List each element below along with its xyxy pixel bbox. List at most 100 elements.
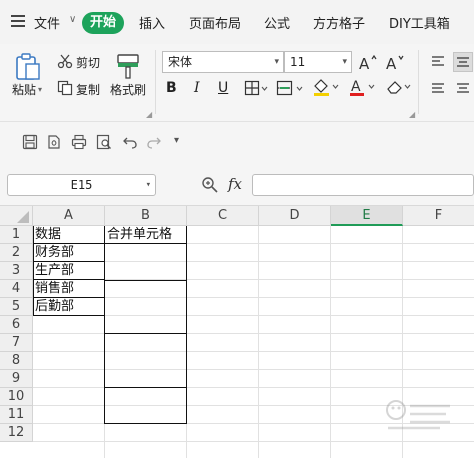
italic-button[interactable]: I bbox=[194, 79, 200, 97]
fill-color-icon[interactable] bbox=[311, 77, 341, 100]
bold-button[interactable]: B bbox=[166, 79, 177, 97]
row-header-1[interactable]: 1 bbox=[0, 226, 33, 244]
print-preview-icon[interactable] bbox=[96, 134, 112, 153]
dialog-launcher-icon[interactable]: ◢ bbox=[146, 110, 152, 119]
align-left-icon[interactable] bbox=[428, 52, 448, 72]
column-header-f[interactable]: F bbox=[403, 206, 474, 226]
ribbon-divider bbox=[155, 50, 156, 114]
increase-font-icon[interactable]: A bbox=[358, 52, 378, 75]
row-header-10[interactable]: 10 bbox=[0, 388, 33, 406]
font-color-icon[interactable]: A bbox=[348, 77, 378, 100]
redo-icon[interactable] bbox=[146, 134, 162, 153]
chevron-down-icon[interactable]: ∨ bbox=[69, 14, 76, 25]
cell-border bbox=[104, 226, 105, 424]
paste-icon[interactable] bbox=[14, 52, 42, 82]
cell-a4[interactable]: 销售部 bbox=[33, 280, 104, 298]
row-header-5[interactable]: 5 bbox=[0, 298, 33, 316]
svg-text:A: A bbox=[386, 55, 397, 72]
row-header-12[interactable]: 12 bbox=[0, 424, 33, 442]
column-header-d[interactable]: D bbox=[259, 206, 331, 226]
svg-text:A: A bbox=[359, 55, 370, 72]
watermark-logo bbox=[380, 396, 454, 436]
font-name-value: 宋体 bbox=[168, 55, 193, 69]
row-header-8[interactable]: 8 bbox=[0, 352, 33, 370]
save-icon[interactable] bbox=[22, 134, 38, 153]
cell-border bbox=[104, 280, 187, 281]
tab-fangfang[interactable]: 方方格子 bbox=[313, 13, 365, 32]
format-painter-icon[interactable] bbox=[115, 52, 141, 83]
cell-a5[interactable]: 后勤部 bbox=[33, 298, 104, 316]
name-box-value: E15 bbox=[70, 178, 93, 192]
gridline bbox=[33, 369, 474, 370]
font-size-value: 11 bbox=[290, 55, 306, 69]
border-icon[interactable] bbox=[244, 79, 270, 100]
tab-formulas[interactable]: 公式 bbox=[264, 13, 290, 32]
gridline bbox=[33, 333, 474, 334]
cell-a2[interactable]: 财务部 bbox=[33, 244, 104, 262]
gridline bbox=[33, 387, 474, 388]
cell-a3[interactable]: 生产部 bbox=[33, 262, 104, 280]
column-header-a[interactable]: A bbox=[33, 206, 105, 226]
gridline bbox=[33, 441, 474, 442]
file-menu[interactable]: 文件 bbox=[34, 13, 60, 32]
insert-function-button[interactable]: fx bbox=[228, 175, 242, 193]
gridline bbox=[33, 351, 474, 352]
align-top-icon[interactable] bbox=[428, 80, 448, 100]
print-icon[interactable] bbox=[71, 134, 87, 153]
chevron-down-icon: ▾ bbox=[145, 180, 151, 190]
cell-border bbox=[186, 226, 187, 424]
column-header-b[interactable]: B bbox=[105, 206, 187, 226]
tab-insert[interactable]: 插入 bbox=[139, 13, 165, 32]
eraser-icon[interactable] bbox=[385, 77, 415, 100]
cell-border bbox=[104, 387, 187, 388]
cell-border bbox=[104, 423, 187, 424]
name-box[interactable]: E15 ▾ bbox=[7, 174, 156, 196]
scissors-icon[interactable] bbox=[57, 53, 73, 72]
tab-diy-toolbox[interactable]: DIY工具箱 bbox=[389, 13, 450, 32]
formula-input[interactable] bbox=[252, 174, 474, 196]
customize-toolbar-icon[interactable]: ▾ bbox=[174, 135, 179, 146]
row-header-11[interactable]: 11 bbox=[0, 406, 33, 424]
tab-page-layout[interactable]: 页面布局 bbox=[189, 13, 241, 32]
align-center-icon[interactable] bbox=[453, 52, 473, 72]
column-header-e[interactable]: E bbox=[331, 206, 403, 226]
cell-a1[interactable]: 数据 bbox=[33, 226, 104, 244]
ribbon-divider bbox=[418, 50, 419, 114]
font-size-select[interactable]: 11 ▾ bbox=[284, 51, 352, 73]
select-all-corner[interactable] bbox=[0, 206, 33, 226]
formula-bar: E15 ▾ fx bbox=[0, 162, 474, 206]
undo-icon[interactable] bbox=[122, 134, 138, 153]
spreadsheet-grid: A B C D E F 1 2 3 4 5 6 7 8 9 10 11 12 数… bbox=[0, 206, 474, 458]
format-painter-button[interactable]: 格式刷 bbox=[110, 81, 146, 98]
dialog-launcher-icon[interactable]: ◢ bbox=[409, 110, 415, 119]
menu-bar: 文件 ∨ 开始 插入 页面布局 公式 方方格子 DIY工具箱 bbox=[0, 0, 474, 44]
row-header-7[interactable]: 7 bbox=[0, 334, 33, 352]
decrease-font-icon[interactable]: A bbox=[385, 52, 405, 75]
cell-b1[interactable]: 合并单元格 bbox=[105, 226, 186, 244]
cell-border bbox=[104, 333, 187, 334]
export-pdf-icon[interactable] bbox=[46, 134, 62, 153]
quick-access-toolbar: ▾ bbox=[0, 122, 474, 162]
copy-button[interactable]: 复制 bbox=[76, 81, 100, 98]
cut-button[interactable]: 剪切 bbox=[76, 54, 100, 71]
row-header-4[interactable]: 4 bbox=[0, 280, 33, 298]
row-header-6[interactable]: 6 bbox=[0, 316, 33, 334]
underline-button[interactable]: U bbox=[218, 79, 228, 97]
merge-cells-icon[interactable] bbox=[276, 79, 306, 100]
column-header-c[interactable]: C bbox=[187, 206, 259, 226]
align-middle-icon[interactable] bbox=[453, 80, 473, 100]
chevron-down-icon[interactable]: ▾ bbox=[38, 85, 42, 94]
row-header-9[interactable]: 9 bbox=[0, 370, 33, 388]
ribbon: 粘贴 ▾ 剪切 复制 格式刷 ◢ 宋体 ▾ 11 ▾ A A B I U A ◢ bbox=[0, 44, 474, 122]
tab-home[interactable]: 开始 bbox=[82, 12, 124, 34]
chevron-down-icon: ▾ bbox=[342, 57, 347, 67]
paste-button[interactable]: 粘贴 bbox=[12, 81, 36, 98]
hamburger-menu-icon[interactable] bbox=[11, 15, 27, 27]
row-header-3[interactable]: 3 bbox=[0, 262, 33, 280]
chevron-down-icon: ▾ bbox=[274, 57, 279, 67]
font-name-select[interactable]: 宋体 ▾ bbox=[162, 51, 284, 73]
row-header-2[interactable]: 2 bbox=[0, 244, 33, 262]
copy-icon[interactable] bbox=[57, 80, 73, 99]
zoom-search-icon[interactable] bbox=[201, 176, 219, 197]
svg-text:A: A bbox=[351, 79, 361, 95]
